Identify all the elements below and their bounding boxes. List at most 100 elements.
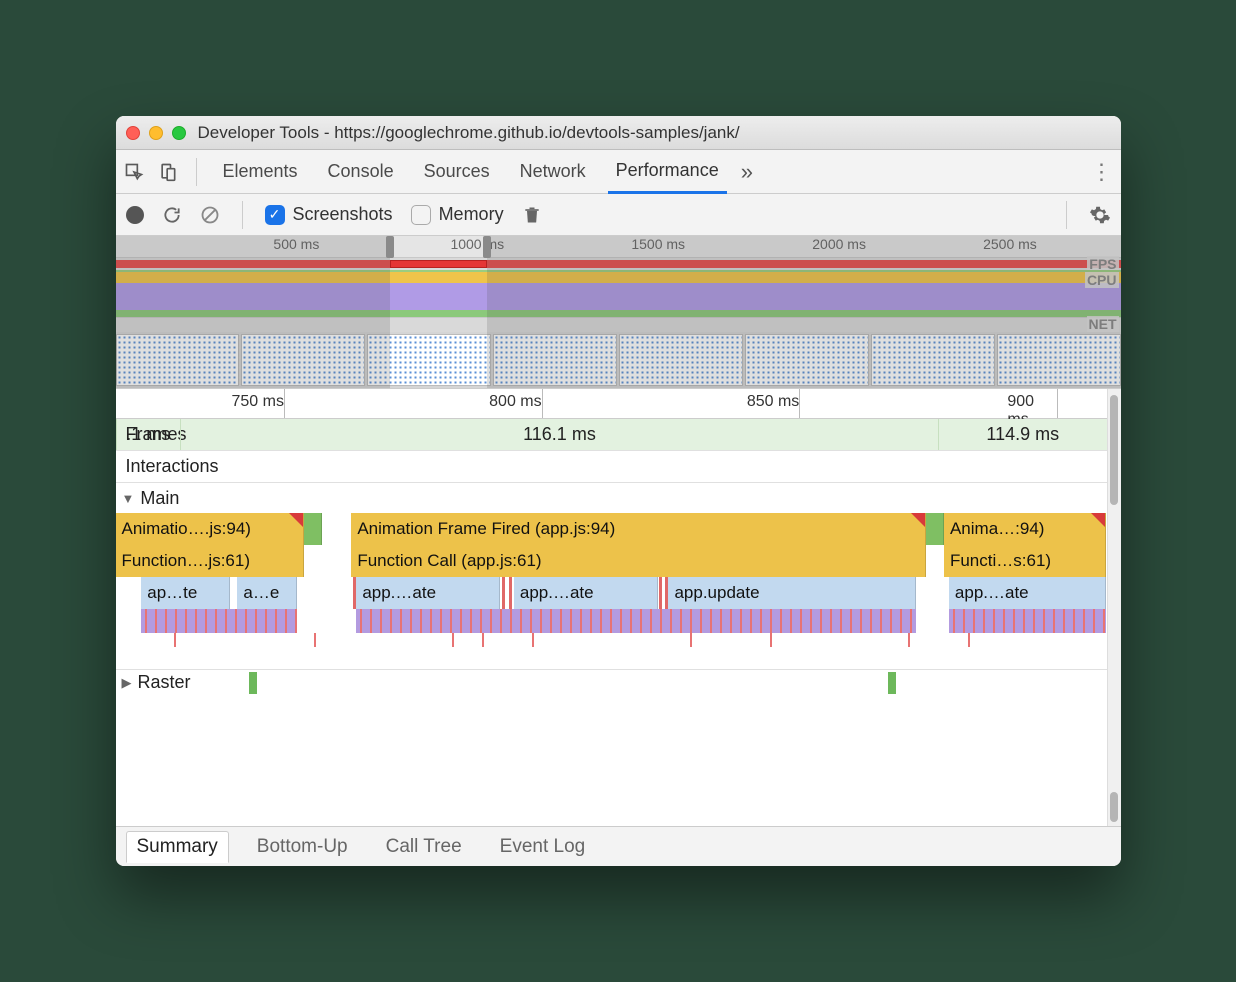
close-icon[interactable] (126, 126, 140, 140)
flame-bar[interactable]: Animation Frame Fired (app.js:94) (351, 513, 926, 545)
trash-icon[interactable] (522, 204, 542, 226)
tab-network[interactable]: Network (512, 150, 594, 193)
devtools-window: Developer Tools - https://googlechrome.g… (116, 116, 1121, 866)
flame-bar[interactable] (174, 633, 176, 647)
flamegraph-panel[interactable]: 750 ms800 ms850 ms900 ms Frames .1 ms116… (116, 388, 1121, 826)
chevron-down-icon: ▼ (122, 491, 135, 506)
flame-row-5[interactable] (116, 633, 1107, 655)
flame-bar[interactable]: Anima…:94) (944, 513, 1107, 545)
overview-handle-left[interactable] (386, 236, 394, 258)
flame-bar[interactable]: Function….js:61) (116, 545, 304, 577)
summary-tab-call-tree[interactable]: Call Tree (376, 832, 472, 862)
overview-tick: 500 ms (273, 236, 319, 252)
settings-icon[interactable] (1089, 204, 1111, 226)
long-task-warning-icon (1091, 513, 1105, 527)
screenshot-thumb[interactable] (745, 334, 869, 386)
raster-task[interactable] (249, 672, 257, 694)
overview-handle-right[interactable] (483, 236, 491, 258)
flame-row-2[interactable]: Function….js:61) Function Call (app.js:61… (116, 545, 1107, 577)
flame-row-1[interactable]: Animatio….js:94) Animation Frame Fired (a… (116, 513, 1107, 545)
tab-elements[interactable]: Elements (215, 150, 306, 193)
screenshot-thumb[interactable] (493, 334, 617, 386)
screenshot-thumb[interactable] (871, 334, 995, 386)
record-button[interactable] (126, 206, 144, 224)
screenshot-thumb[interactable] (241, 334, 365, 386)
minimize-icon[interactable] (149, 126, 163, 140)
flame-bar[interactable] (141, 609, 297, 633)
flame-bar[interactable] (770, 633, 772, 647)
cpu-lane: CPU (116, 270, 1121, 318)
flame-bar[interactable] (304, 513, 322, 545)
frame-segment[interactable]: 116.1 ms (180, 419, 938, 450)
detail-tick: 750 ms (232, 393, 284, 411)
main-section-header[interactable]: ▼ Main (116, 483, 1107, 513)
flame-bar[interactable] (968, 633, 970, 647)
interactions-row[interactable]: Interactions (116, 451, 1107, 483)
net-lane: NET (116, 318, 1121, 332)
detail-ruler[interactable]: 750 ms800 ms850 ms900 ms (116, 389, 1107, 419)
reload-button[interactable] (162, 205, 182, 225)
overview-ruler[interactable]: 500 ms1000 ms1500 ms2000 ms2500 ms (116, 236, 1121, 258)
flame-bar[interactable]: a…e (237, 577, 296, 609)
device-toggle-icon[interactable] (158, 162, 178, 182)
flame-bar[interactable] (482, 633, 484, 647)
flame-bar[interactable]: Functi…s:61) (944, 545, 1107, 577)
zoom-icon[interactable] (172, 126, 186, 140)
flame-bar[interactable] (314, 633, 316, 647)
titlebar: Developer Tools - https://googlechrome.g… (116, 116, 1121, 150)
kebab-menu-icon[interactable]: ⋮ (1091, 159, 1113, 185)
flame-bar[interactable] (356, 609, 916, 633)
flame-row-4[interactable] (116, 609, 1107, 633)
inspect-icon[interactable] (124, 162, 144, 182)
divider (1066, 201, 1067, 229)
summary-tab-summary[interactable]: Summary (126, 831, 229, 863)
flame-bar[interactable] (908, 633, 910, 647)
flame-bar[interactable]: ap…te (141, 577, 230, 609)
raster-section-header[interactable]: ▶Raster (116, 669, 1107, 695)
memory-checkbox[interactable] (411, 205, 431, 225)
divider (242, 201, 243, 229)
flame-bar[interactable]: Animatio….js:94) (116, 513, 304, 545)
screenshot-thumb[interactable] (997, 334, 1121, 386)
screenshots-checkbox[interactable]: ✓ (265, 205, 285, 225)
summary-tabs: Summary Bottom-Up Call Tree Event Log (116, 826, 1121, 866)
screenshots-label: Screenshots (293, 204, 393, 225)
frame-segment[interactable]: .1 ms (116, 419, 180, 450)
frame-segment[interactable]: 114.9 ms (938, 419, 1106, 450)
overview-tick: 1500 ms (631, 236, 685, 252)
tabs-overflow-icon[interactable]: » (741, 159, 753, 185)
flame-bar[interactable] (690, 633, 692, 647)
frames-row[interactable]: Frames .1 ms116.1 ms114.9 ms (116, 419, 1107, 451)
tab-sources[interactable]: Sources (416, 150, 498, 193)
detail-tick: 850 ms (747, 393, 799, 411)
screenshot-thumb[interactable] (619, 334, 743, 386)
vertical-scrollbar[interactable] (1107, 389, 1121, 826)
overview-timeline[interactable]: 500 ms1000 ms1500 ms2000 ms2500 ms FPS C… (116, 236, 1121, 388)
detail-tick: 800 ms (489, 393, 541, 411)
flame-bar[interactable] (532, 633, 534, 647)
main-label: Main (140, 488, 179, 509)
screenshot-thumb[interactable] (367, 334, 491, 386)
flame-bar[interactable]: app.…ate (949, 577, 1107, 609)
flame-bar[interactable]: app.…ate (356, 577, 500, 609)
scrollbar-thumb[interactable] (1110, 792, 1118, 822)
scrollbar-thumb[interactable] (1110, 395, 1118, 505)
flame-row-3[interactable]: ap…tea…e app.…ate app.…ate app.update app.…a… (116, 577, 1107, 609)
divider (196, 158, 197, 186)
tab-console[interactable]: Console (320, 150, 402, 193)
flame-bar[interactable] (926, 513, 944, 545)
flame-bar[interactable] (452, 633, 454, 647)
flame-bar[interactable]: app.…ate (514, 577, 658, 609)
summary-tab-event-log[interactable]: Event Log (490, 832, 596, 862)
tab-performance[interactable]: Performance (608, 150, 727, 194)
summary-tab-bottom-up[interactable]: Bottom-Up (247, 832, 358, 862)
screenshot-thumb[interactable] (116, 334, 240, 386)
memory-label: Memory (439, 204, 504, 225)
long-task-warning-icon (289, 513, 303, 527)
raster-task[interactable] (888, 672, 896, 694)
clear-button[interactable] (200, 205, 220, 225)
flame-bar[interactable]: app.update (668, 577, 916, 609)
flame-bar[interactable] (949, 609, 1107, 633)
flame-bar[interactable]: Function Call (app.js:61) (351, 545, 926, 577)
screenshots-strip (116, 332, 1121, 388)
